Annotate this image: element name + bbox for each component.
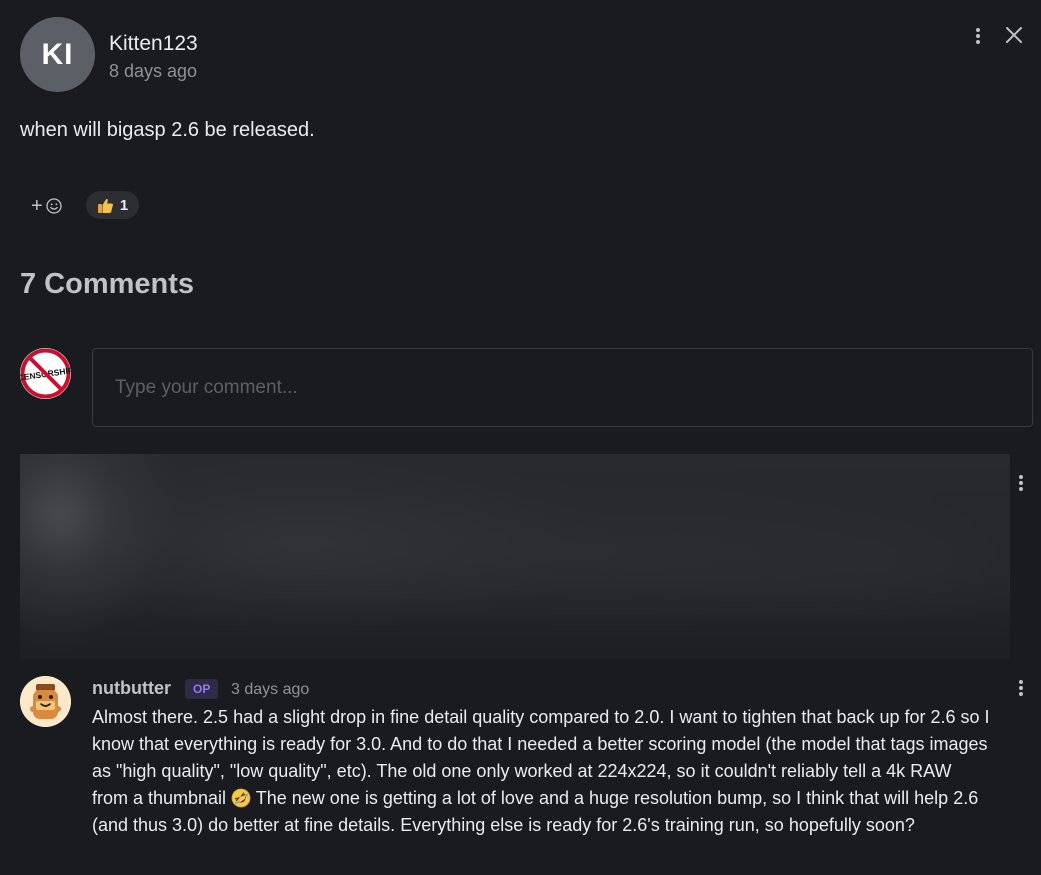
plus-label: +	[31, 194, 43, 217]
rolling-on-floor-laughing-icon	[231, 788, 251, 808]
comments-count-heading: 7 Comments	[20, 268, 195, 300]
author-avatar[interactable]: KI	[20, 17, 95, 92]
more-vertical-icon	[976, 28, 980, 44]
more-vertical-icon	[1019, 475, 1023, 491]
reply-options-button[interactable]	[1011, 676, 1031, 700]
reply-body-text: Almost there. 2.5 had a slight drop in f…	[92, 704, 992, 839]
blurred-comment-content	[20, 454, 1010, 659]
blurred-comment-options-button[interactable]	[1011, 471, 1031, 495]
peanut-butter-jar-icon	[20, 676, 71, 727]
close-button[interactable]	[1002, 23, 1026, 47]
more-vertical-icon	[1019, 680, 1023, 696]
post-body-text: when will bigasp 2.6 be released.	[20, 119, 315, 141]
op-badge: OP	[185, 679, 219, 699]
author-name[interactable]: Kitten123	[109, 32, 198, 56]
post-detail-panel: KI Kitten123 8 days ago when will bigasp…	[0, 0, 1041, 875]
blurred-comment[interactable]	[20, 454, 1010, 659]
close-icon	[1006, 27, 1022, 43]
smiley-icon	[46, 197, 62, 214]
thumbs-up-icon	[97, 198, 113, 213]
post-options-button[interactable]	[968, 24, 988, 48]
add-reaction-button[interactable]: +	[25, 192, 68, 219]
reaction-thumbs-up[interactable]: 1	[86, 191, 139, 219]
author-avatar-initials: KI	[41, 37, 74, 71]
reply-author-name[interactable]: nutbutter	[92, 678, 171, 699]
no-censorship-icon: CENSORSHIP	[20, 348, 71, 399]
reaction-count: 1	[119, 196, 129, 214]
current-user-avatar[interactable]: CENSORSHIP	[20, 348, 71, 399]
post-timestamp: 8 days ago	[109, 61, 198, 81]
comment-input[interactable]	[92, 348, 1033, 427]
reply-author-avatar[interactable]	[20, 676, 71, 727]
reply-timestamp: 3 days ago	[231, 681, 310, 698]
